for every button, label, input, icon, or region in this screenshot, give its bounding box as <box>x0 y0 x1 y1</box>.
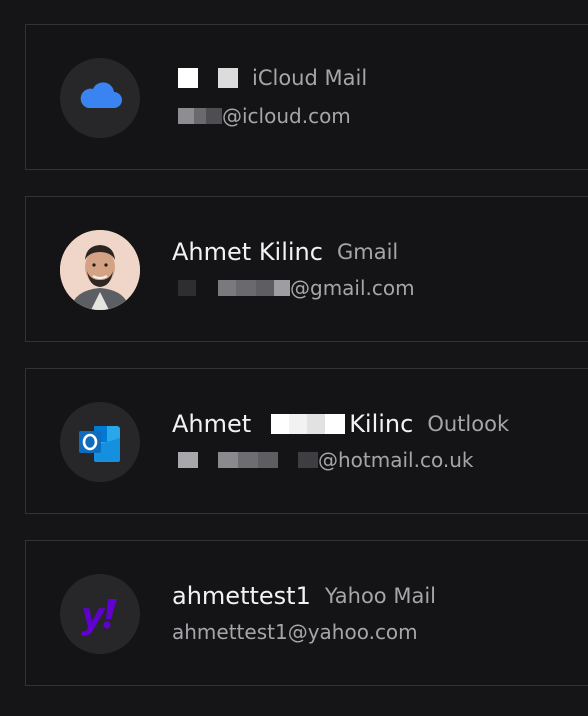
account-name-line: Ahmet Kilinc Outlook <box>172 410 509 438</box>
redacted-name <box>289 414 308 434</box>
account-card-icloud[interactable]: iCloud Mail @icloud.com <box>25 24 588 170</box>
account-email: @icloud.com <box>172 104 351 128</box>
redacted-email <box>236 280 256 296</box>
account-card-outlook[interactable]: Ahmet Kilinc Outlook @hotmail.co.uk <box>25 368 588 514</box>
outlook-icon <box>79 426 120 462</box>
svg-text:y: y <box>81 596 106 637</box>
cloud-icon <box>80 82 122 108</box>
provider-label: iCloud Mail <box>252 66 368 90</box>
yahoo-avatar: y <box>60 574 140 654</box>
redacted-email <box>206 108 222 124</box>
redacted-email <box>178 280 196 296</box>
redacted-name <box>271 414 290 434</box>
redacted-email <box>178 452 198 468</box>
account-email: ahmettest1@yahoo.com <box>172 620 418 644</box>
yahoo-icon: y <box>81 596 117 637</box>
account-email: @gmail.com <box>172 276 415 300</box>
account-name-first: Ahmet <box>172 410 252 438</box>
account-name-line: Ahmet Kilinc Gmail <box>172 238 398 266</box>
account-name: ahmettest1 <box>172 582 311 610</box>
person-icon <box>60 230 140 310</box>
provider-label: Gmail <box>336 240 399 264</box>
redacted-name <box>307 414 326 434</box>
redacted-email <box>238 452 258 468</box>
account-email: @hotmail.co.uk <box>172 448 473 472</box>
account-name-line: iCloud Mail <box>172 66 367 90</box>
redacted-name <box>325 414 346 434</box>
account-name-last: Kilinc <box>349 410 414 438</box>
redacted-email <box>218 280 236 296</box>
account-card-gmail[interactable]: Ahmet Kilinc Gmail @gmail.com <box>25 196 588 342</box>
redacted-email <box>194 108 206 124</box>
redacted-name <box>178 68 198 88</box>
redacted-email <box>274 280 290 296</box>
redacted-email <box>256 280 274 296</box>
provider-label: Yahoo Mail <box>324 584 436 608</box>
redacted-email <box>218 452 238 468</box>
redacted-email <box>298 452 318 468</box>
account-name-line: ahmettest1 Yahoo Mail <box>172 582 436 610</box>
account-name: Ahmet Kilinc <box>172 238 323 266</box>
redacted-email <box>258 452 278 468</box>
profile-photo <box>60 230 140 310</box>
redacted-email <box>178 108 194 124</box>
provider-label: Outlook <box>427 412 510 436</box>
outlook-avatar <box>60 402 140 482</box>
redacted-name <box>218 68 238 88</box>
account-card-yahoo[interactable]: y ahmettest1 Yahoo Mail ahmettest1@yahoo… <box>25 540 588 686</box>
icloud-avatar <box>60 58 140 138</box>
